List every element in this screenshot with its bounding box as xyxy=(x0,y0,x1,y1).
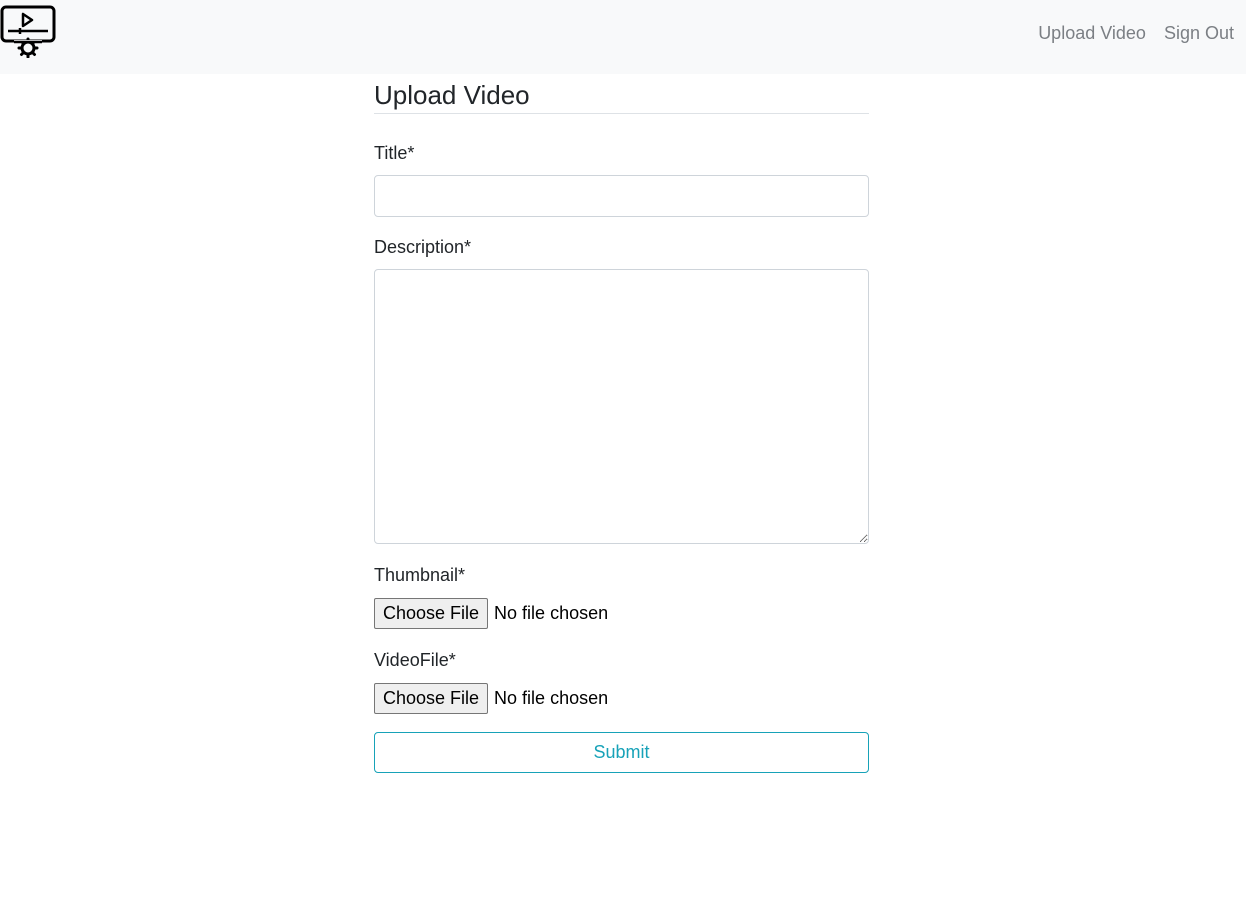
thumbnail-choose-file-button[interactable]: Choose File xyxy=(374,598,489,629)
videofile-file-status: No file chosen xyxy=(494,688,609,708)
description-textarea[interactable] xyxy=(374,269,869,544)
title-input[interactable] xyxy=(374,175,869,217)
videofile-label: VideoFile* xyxy=(374,650,456,670)
thumbnail-file-status: No file chosen xyxy=(494,603,609,623)
description-label: Description* xyxy=(374,237,472,257)
title-label: Title* xyxy=(374,143,415,163)
video-settings-logo-icon[interactable] xyxy=(0,4,58,58)
navbar: Upload Video Sign Out xyxy=(0,0,1246,74)
nav-link-upload-video[interactable]: Upload Video xyxy=(1038,21,1146,45)
videofile-choose-file-button[interactable]: Choose File xyxy=(374,683,489,714)
upload-form-container: Upload Video Title* Description* Thumbna… xyxy=(374,78,869,773)
thumbnail-label: Thumbnail* xyxy=(374,565,466,585)
nav-links: Upload Video Sign Out xyxy=(1038,21,1234,45)
thumbnail-file-input[interactable]: Choose File No file chosen xyxy=(374,598,608,629)
videofile-file-input[interactable]: Choose File No file chosen xyxy=(374,683,608,714)
nav-link-sign-out[interactable]: Sign Out xyxy=(1164,21,1234,45)
page-title: Upload Video xyxy=(374,78,869,114)
submit-button[interactable]: Submit xyxy=(374,732,869,773)
